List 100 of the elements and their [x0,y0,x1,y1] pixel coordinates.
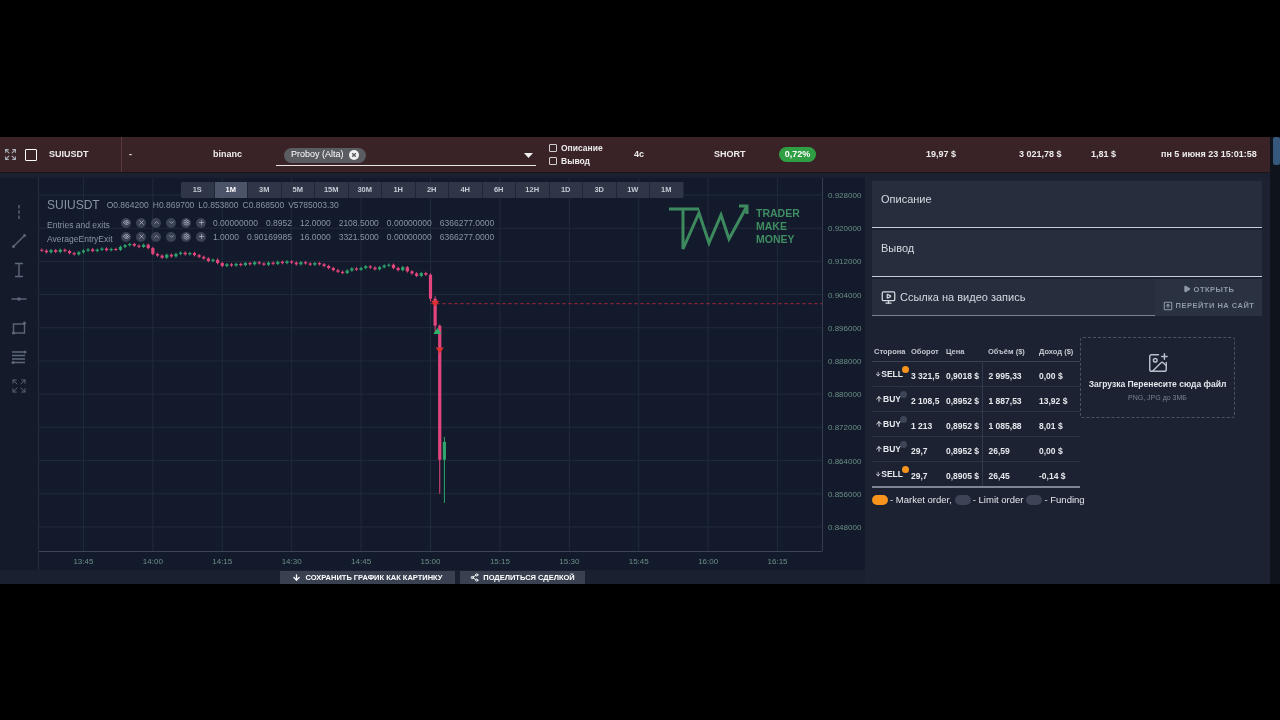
close-icon[interactable] [136,231,146,242]
table-cell: 29,7 [911,471,928,481]
percent-badge: 0,72% [779,147,816,162]
price-axis-label: 0.864000 [828,456,862,466]
table-cell: 2 108,5 [911,396,940,406]
close-icon[interactable] [348,150,359,160]
close-icon[interactable] [136,217,146,228]
trend-line-icon[interactable] [11,233,27,249]
table-cell: 1 887,53 [988,396,1022,406]
table-cell: 0,8952 $ [946,396,980,406]
checkbox[interactable] [549,144,557,152]
amount-label: 1,81 $ [1091,147,1117,161]
indicator-value: 0.90169985 [247,231,292,242]
eye-icon[interactable] [121,231,131,242]
indicator-value: 0.00000000 [386,217,432,228]
indicator-value: 0.00000000 [386,231,432,242]
time-axis-label: 16:00 [698,557,719,566]
table-cell: 8,01 $ [1039,421,1063,431]
legend-label: - Limit order [972,493,1024,507]
chevron-up-icon[interactable] [151,217,161,228]
settings-icon[interactable] [181,217,191,228]
rectangle-icon[interactable] [11,320,27,336]
table-cell: 29,7 [911,446,928,456]
amount-label: 3 021,78 $ [1019,147,1062,161]
expand-icon[interactable] [4,148,17,161]
price-axis-label: 0.896000 [828,323,862,333]
arrow-down-icon [292,573,302,582]
chevron-down-icon[interactable] [166,217,176,228]
upload-box-icon [1162,300,1173,311]
checkbox-label: Описание [561,143,603,153]
indicator-value: 0.8952 [265,217,292,228]
legend-label: - Market order, [890,493,952,507]
price-axis-label: 0.872000 [828,423,862,433]
table-cell: 2 995,33 [988,371,1022,381]
expand-icon[interactable] [11,378,27,394]
date-time-label: пн 5 июня 23 15:01:58 [1161,147,1257,161]
up-triangle-marker [433,328,442,335]
down-triangle-marker [431,300,440,307]
share-icon [470,573,480,582]
settings-icon[interactable] [181,231,191,242]
time-axis-label: 14:00 [142,557,163,566]
indicator-value: 0.00000000 [213,217,258,228]
time-axis-label: 16:15 [767,557,788,566]
indicator-value: 3321.5000 [338,231,379,242]
text-area[interactable]: Вывод [872,230,1262,277]
side-label: BUY [883,417,901,431]
video-icon [881,289,896,305]
table-cell: 0,9018 $ [946,371,980,381]
plus-icon[interactable] [196,231,206,242]
table-cell: 0,8952 $ [946,446,980,456]
arrow-up-icon [875,445,883,453]
indicator-value: 12.0000 [299,217,331,228]
indicator-name: Entries and exits [47,219,110,230]
logo-icon [668,202,752,252]
time-axis-label: 14:30 [281,557,302,566]
time-axis-label: 14:15 [212,557,233,566]
table-cell: 0,8952 $ [946,421,980,431]
arrow-down-icon [875,370,882,378]
exchange-label: binanc [213,147,242,161]
time-axis-label: 15:15 [489,557,510,566]
price-axis-label: 0.904000 [828,290,862,300]
scrollbar-thumb[interactable] [1273,137,1280,165]
table-cell: 26,45 [988,471,1010,481]
duration-label: 4с [634,147,644,161]
table-cell: 26,59 [988,446,1010,456]
tag-chip[interactable]: Proboy (Alta) [284,147,366,163]
time-axis-label: 15:30 [559,557,580,566]
upload-title: Загрузка Перенесите сюда файл [1088,378,1227,391]
eye-icon[interactable] [121,217,131,228]
price-axis-label: 0.920000 [828,224,862,234]
price-axis-label: 0.888000 [828,356,862,366]
ohlc-value: L0.853800 [198,200,239,210]
side-label: SELL [881,367,903,381]
chevron-down-icon[interactable] [166,231,176,242]
text-area[interactable]: Описание [872,181,1262,228]
side-label: SELL [881,467,903,481]
ohlc-value: C0.868500 [242,200,285,210]
indicator-value: 16.0000 [299,231,331,242]
indicator-value: 2108.5000 [338,217,379,228]
checkbox-label: Вывод [561,156,590,166]
image-plus-icon [1146,352,1169,374]
down-triangle-marker [435,347,444,354]
ohlc-value: H0.869700 [152,200,195,210]
price-axis-label: 0.880000 [828,390,862,400]
tag-select[interactable]: Proboy (Alta) [276,145,536,166]
time-axis-label: 15:00 [420,557,441,566]
arrow-up-icon [875,420,883,428]
price-axis-label: 0.928000 [828,191,862,200]
chart-symbol: SUIUSDT [47,198,100,212]
caret-icon[interactable] [524,152,533,158]
checkbox[interactable] [549,157,557,165]
plus-icon[interactable] [196,217,206,228]
indicator-value: 6366277.0000 [439,231,495,242]
arrow-down-icon [875,470,882,478]
indicator-value: 6366277.0000 [439,217,495,228]
parallel-lines-icon[interactable] [11,349,27,365]
chevron-up-icon[interactable] [151,231,161,242]
table-cell: 1 213 [911,421,933,431]
video-link-field[interactable]: Ссылка на видео запись [872,279,1155,316]
table-cell: 0,00 $ [1039,371,1063,381]
